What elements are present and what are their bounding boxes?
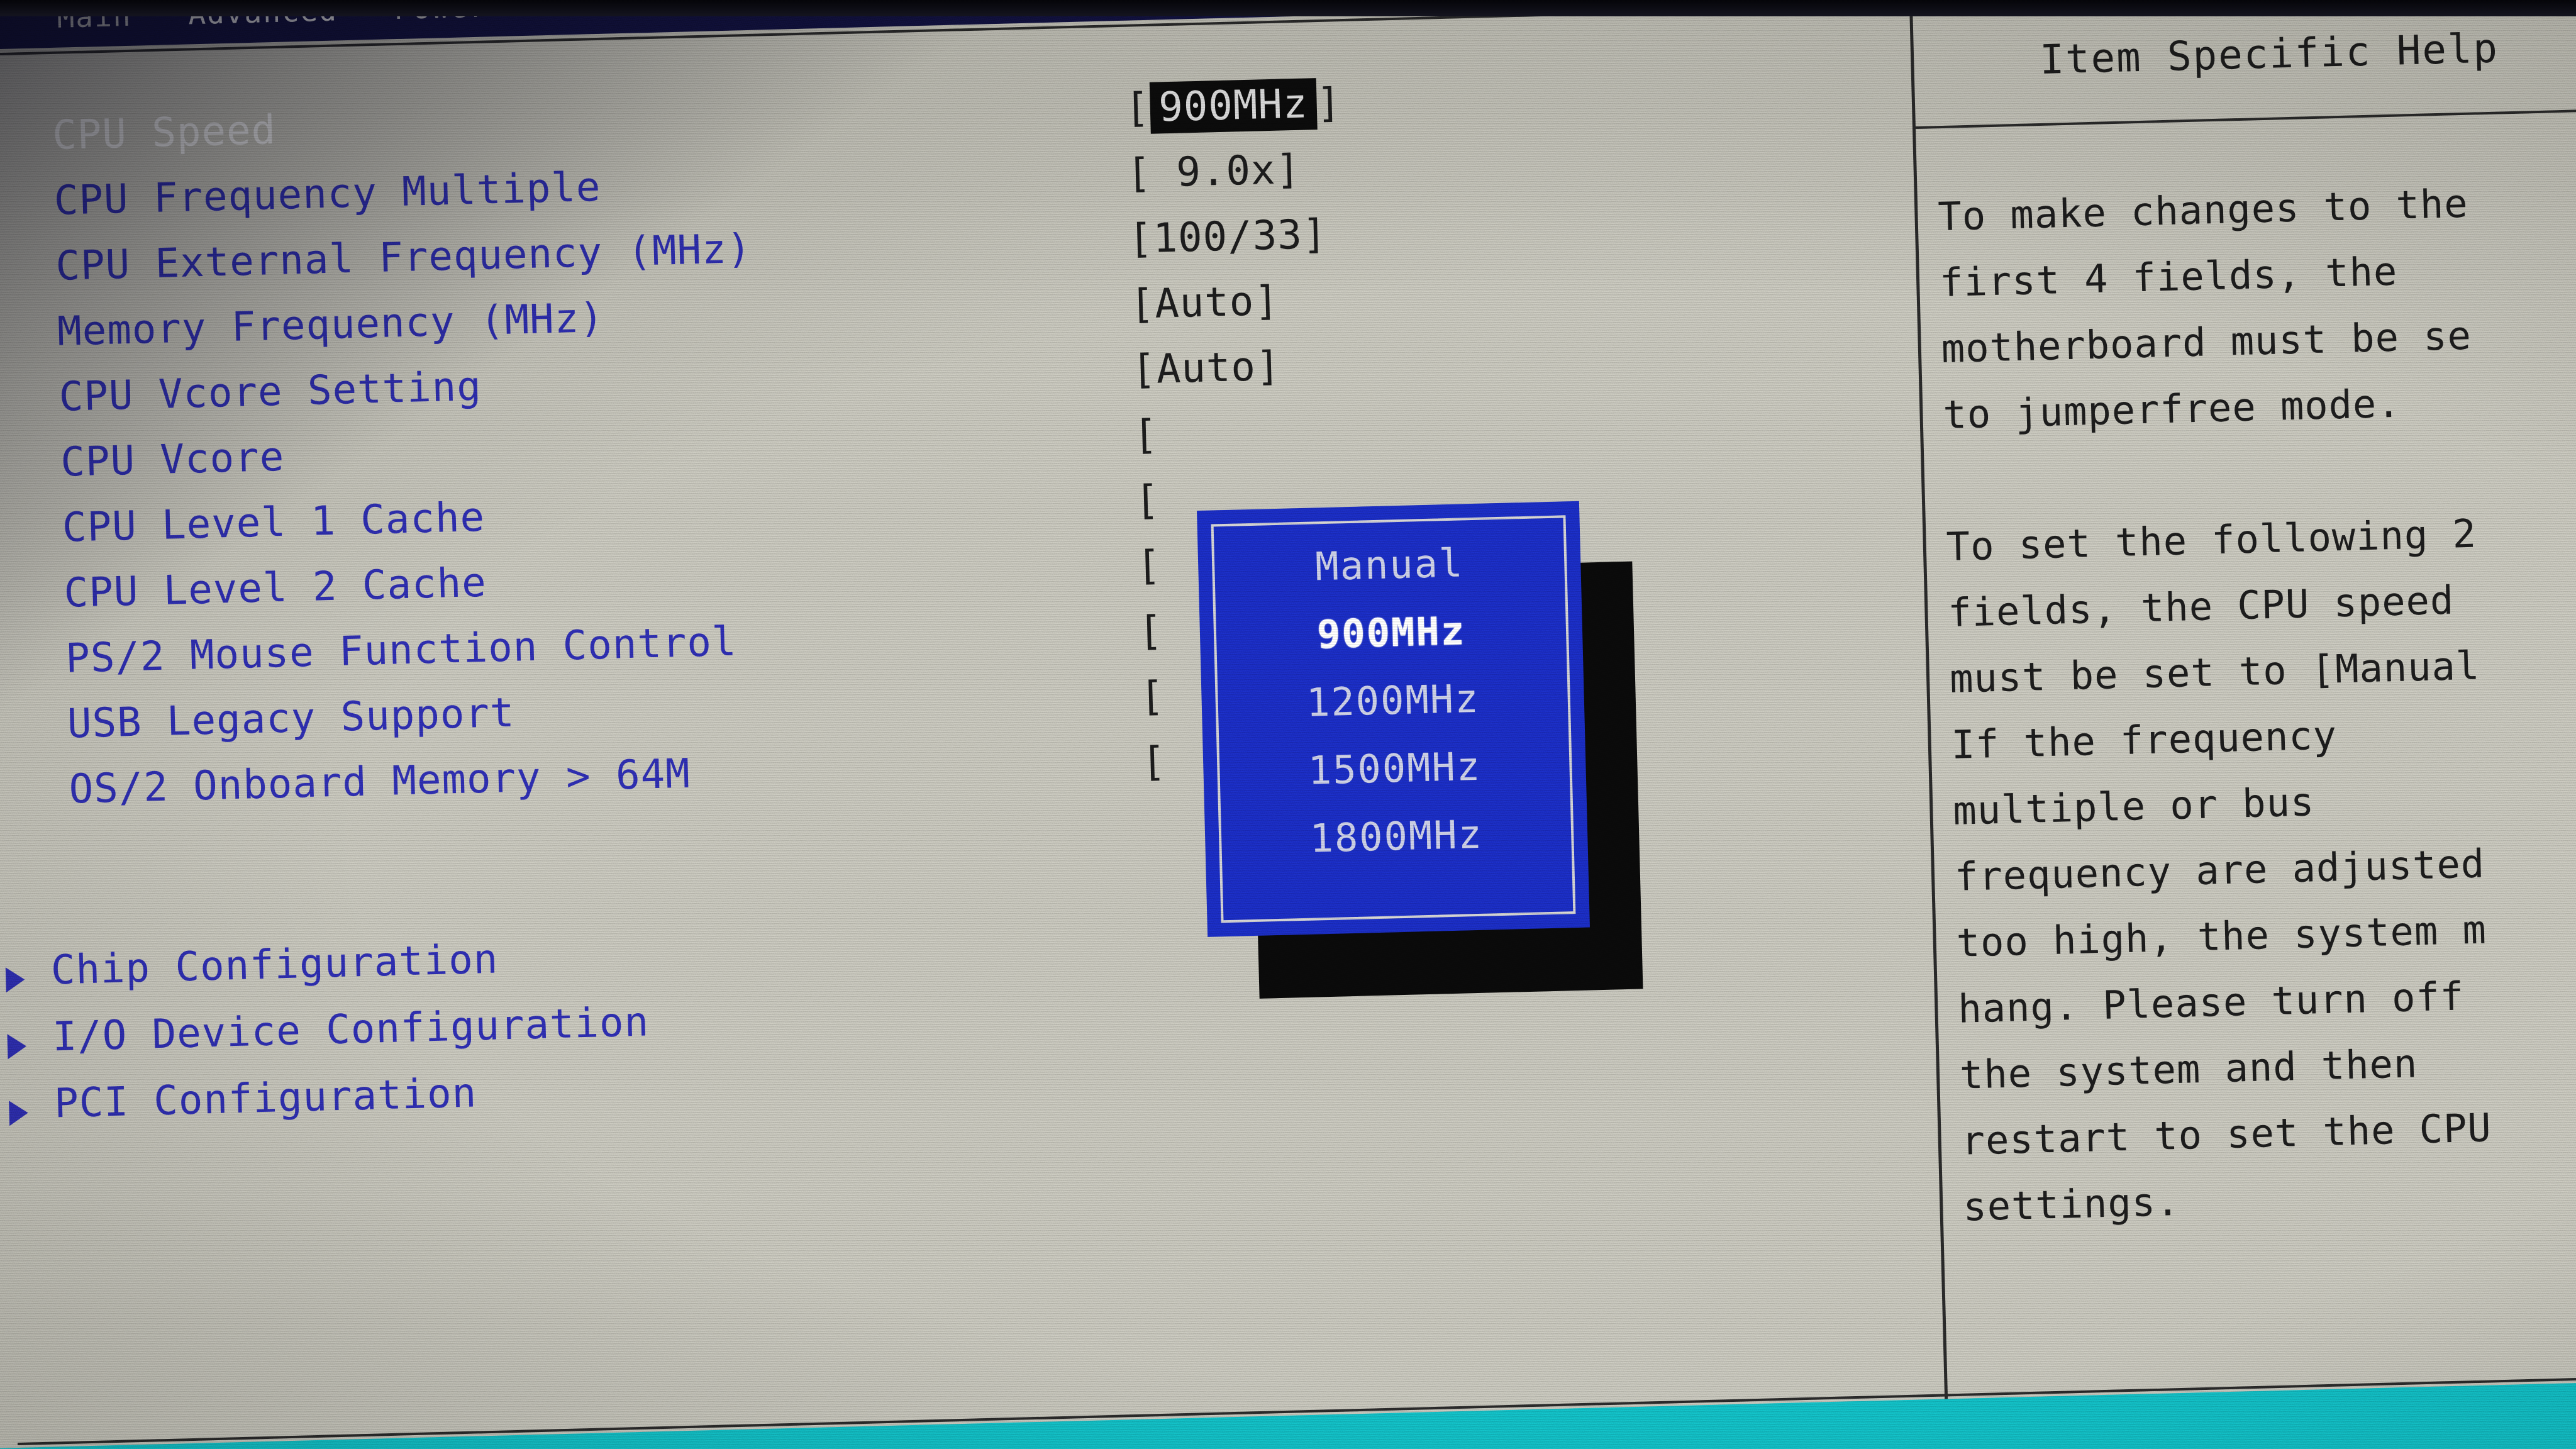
option-value[interactable]: [ [1136, 533, 1162, 599]
menu-item-boot[interactable]: Boot [543, 0, 619, 22]
option-value[interactable]: [Auto] [1131, 334, 1282, 403]
option-value[interactable]: [ [1133, 402, 1159, 469]
triangle-right-icon [9, 1099, 29, 1126]
option-value[interactable]: [100/33] [1128, 202, 1328, 272]
option-value[interactable]: [900MHz] [1124, 70, 1342, 142]
submenu-label: I/O Device Configuration [52, 999, 650, 1061]
bracket-open: [ [1137, 608, 1164, 655]
option-value[interactable]: [ [1134, 468, 1160, 534]
option-label: CPU Vcore [60, 433, 286, 486]
bracket-close: ] [1316, 80, 1342, 128]
option-value[interactable]: [ [1139, 664, 1165, 730]
bios-setup-screen: Main Advanced Power Boot Exit CPU Speed … [0, 0, 2576, 1449]
bracket-open: [ [1134, 477, 1161, 525]
menu-item-exit[interactable]: Exit [675, 0, 750, 19]
value-text: Auto [1155, 343, 1257, 393]
help-panel-body: To make changes to the first 4 fields, t… [1937, 180, 2492, 1230]
bracket-open: [ [1124, 84, 1151, 132]
cpu-speed-dropdown[interactable]: Manual 900MHz 1200MHz 1500MHz 1800MHz [1197, 501, 1590, 937]
bracket-open: [ [1126, 150, 1152, 197]
bracket-open: [ [1131, 346, 1157, 394]
bracket-close: ] [1255, 343, 1282, 391]
option-value[interactable]: [ [1138, 599, 1164, 665]
option-value[interactable]: [ [1141, 729, 1167, 795]
bracket-open: [ [1133, 411, 1159, 459]
submenu-label: Chip Configuration [50, 936, 499, 994]
option-value[interactable]: [Auto] [1129, 269, 1280, 338]
value-text: 100/33 [1152, 211, 1303, 262]
menu-item-advanced[interactable]: Advanced [188, 0, 338, 31]
triangle-right-icon [7, 1033, 27, 1059]
options-list: CPU Speed [900MHz] CPU Frequency Multipl… [52, 56, 1932, 823]
option-value[interactable]: [ 9.0x] [1126, 137, 1301, 207]
help-panel-title: Item Specific Help [2039, 25, 2499, 84]
item-specific-help-panel: Item Specific Help To make changes to th… [1909, 0, 2576, 1399]
submenu-label: PCI Configuration [53, 1070, 478, 1128]
submenu-list: Chip Configuration I/O Device Configurat… [5, 922, 652, 1138]
option-label: CPU Level 1 Cache [62, 494, 486, 552]
options-panel: CPU Speed [900MHz] CPU Frequency Multipl… [0, 1, 1948, 1448]
bracket-open: [ [1136, 542, 1162, 590]
bracket-open: [ [1139, 673, 1165, 721]
value-text: 9.0x [1151, 147, 1277, 197]
setup-body: CPU Speed [900MHz] CPU Frequency Multipl… [0, 0, 2576, 1449]
option-label: USB Legacy Support [67, 689, 516, 748]
bracket-open: [ [1141, 738, 1167, 786]
bracket-close: ] [1301, 211, 1328, 258]
dropdown-inner-border [1211, 515, 1576, 923]
value-text: Auto [1154, 278, 1255, 328]
menu-item-power[interactable]: Power [394, 0, 488, 26]
value-highlight: 900MHz [1149, 78, 1318, 134]
bracket-close: ] [1253, 277, 1280, 325]
option-label: CPU Speed [52, 106, 277, 159]
option-label: CPU Level 2 Cache [63, 559, 487, 617]
triangle-right-icon [5, 967, 25, 992]
crt-photo: Main Advanced Power Boot Exit CPU Speed … [0, 0, 2576, 1449]
bracket-close: ] [1275, 146, 1302, 194]
option-label: CPU Vcore Setting [58, 363, 482, 421]
menu-item-main[interactable]: Main [57, 0, 132, 35]
bracket-open: [ [1128, 215, 1154, 263]
bracket-open: [ [1129, 280, 1156, 328]
